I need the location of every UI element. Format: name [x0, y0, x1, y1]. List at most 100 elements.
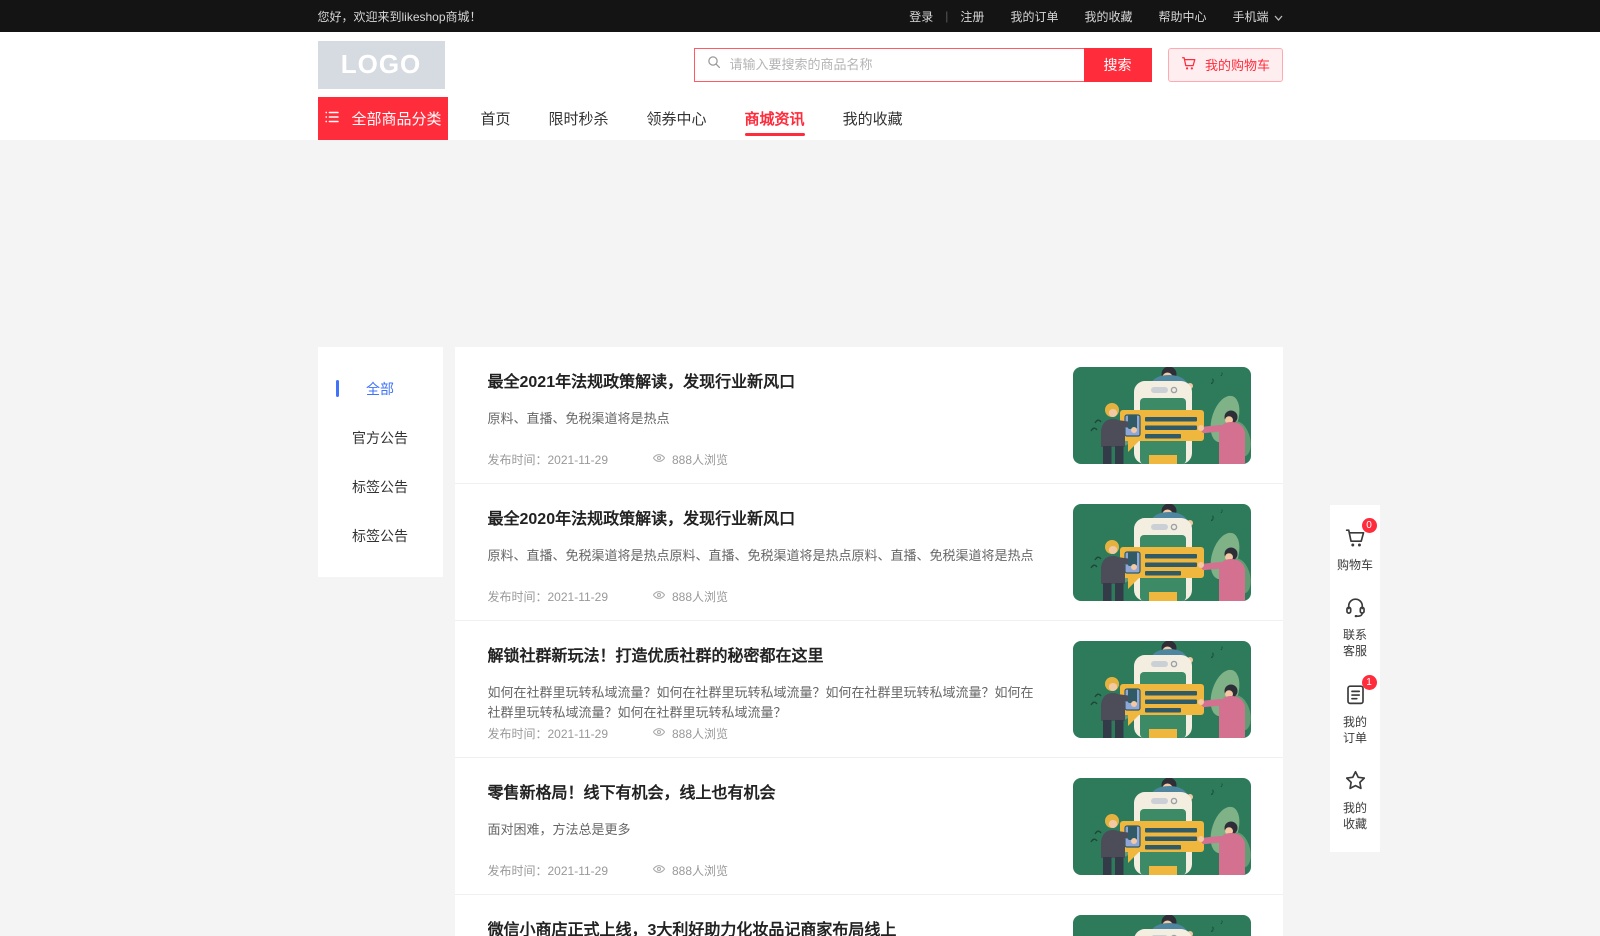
phone-chat-illustration: ♪ ♪ — [1073, 367, 1251, 464]
article-item[interactable]: 解锁社群新玩法！打造优质社群的秘密都在这里 如何在社群里玩转私域流量？如何在社群… — [455, 621, 1283, 758]
eye-icon — [652, 588, 666, 605]
view-count: 888人浏览 — [652, 451, 728, 468]
order-icon: 1 — [1343, 682, 1368, 707]
float-service-button[interactable]: 联系 客服 — [1330, 584, 1380, 670]
music-note-icon: ♪ — [1210, 924, 1215, 935]
nav-bar: 全部商品分类 首页 限时秒杀 领券中心 商城资讯 我的收藏 — [0, 97, 1600, 140]
float-orders-button[interactable]: 1 我的 订单 — [1330, 671, 1380, 757]
topbar: 您好，欢迎来到likeshop商城！ 登录 | 注册 我的订单 我的收藏 帮助中… — [0, 0, 1600, 32]
divider: | — [945, 9, 948, 23]
my-cart-button[interactable]: 我的购物车 — [1168, 48, 1283, 82]
float-sidebar: 0 购物车 联系 客服 1 我的 订单 我的 收藏 — [1330, 505, 1380, 852]
float-cart-label: 购物车 — [1337, 557, 1373, 573]
my-orders-link[interactable]: 我的订单 — [1010, 8, 1058, 25]
mobile-link[interactable]: 手机端 — [1232, 8, 1282, 25]
topbar-links: 登录 | 注册 我的订单 我的收藏 帮助中心 手机端 — [883, 8, 1282, 25]
article-meta: 发布时间：2021-11-29 888人浏览 — [488, 451, 729, 468]
my-favorites-link[interactable]: 我的收藏 — [1084, 8, 1132, 25]
search-box — [694, 48, 1084, 82]
cart-icon: 0 — [1343, 525, 1368, 550]
publish-time: 发布时间：2021-11-29 — [488, 725, 609, 742]
publish-time: 发布时间：2021-11-29 — [488, 451, 609, 468]
nav-tab[interactable]: 领券中心 — [628, 97, 726, 140]
nav-tab[interactable]: 首页 — [462, 97, 530, 140]
category-sidebar: 全部 官方公告 标签公告 标签公告 — [318, 347, 443, 577]
eye-icon — [652, 862, 666, 879]
music-note-icon: ♪ — [1220, 371, 1224, 378]
welcome-text: 您好，欢迎来到likeshop商城！ — [318, 8, 482, 25]
float-cart-button[interactable]: 0 购物车 — [1330, 514, 1380, 584]
chevron-down-icon — [1274, 10, 1283, 24]
music-note-icon: ♪ — [1220, 919, 1224, 926]
music-note-icon: ♪ — [1220, 508, 1224, 515]
cart-icon — [1180, 54, 1198, 75]
register-link[interactable]: 注册 — [960, 8, 984, 25]
float-favorites-button[interactable]: 我的 收藏 — [1330, 757, 1380, 843]
article-item[interactable]: 微信小商店正式上线，3大利好助力化妆品记商家布局线上 — [455, 895, 1283, 936]
help-center-link[interactable]: 帮助中心 — [1158, 8, 1206, 25]
article-summary: 原料、直播、免税渠道将是热点原料、直播、免税渠道将是热点原料、直播、免税渠道将是… — [488, 546, 1040, 566]
nav-tab[interactable]: 我的收藏 — [824, 97, 922, 140]
article-thumbnail: ♪ ♪ — [1073, 641, 1251, 738]
view-count: 888人浏览 — [652, 725, 728, 742]
eye-icon — [652, 451, 666, 468]
article-item[interactable]: 最全2021年法规政策解读，发现行业新风口 原料、直播、免税渠道将是热点 发布时… — [455, 347, 1283, 484]
search-button[interactable]: 搜索 — [1084, 48, 1152, 82]
headset-icon — [1343, 595, 1368, 620]
article-list: 最全2021年法规政策解读，发现行业新风口 原料、直播、免税渠道将是热点 发布时… — [455, 347, 1283, 936]
article-title: 零售新格局！线下有机会，线上也有机会 — [488, 784, 1040, 804]
article-item[interactable]: 最全2020年法规政策解读，发现行业新风口 原料、直播、免税渠道将是热点原料、直… — [455, 484, 1283, 621]
login-link[interactable]: 登录 — [909, 8, 933, 25]
article-thumbnail: ♪ ♪ — [1073, 367, 1251, 464]
eye-icon — [652, 725, 666, 742]
music-note-icon: ♪ — [1210, 787, 1215, 798]
article-summary: 面对困难，方法总是更多 — [488, 820, 1040, 840]
article-meta: 发布时间：2021-11-29 888人浏览 — [488, 588, 729, 605]
nav-tabs: 首页 限时秒杀 领券中心 商城资讯 我的收藏 — [462, 97, 922, 140]
music-note-icon: ♪ — [1210, 513, 1215, 524]
view-count: 888人浏览 — [652, 588, 728, 605]
music-note-icon: ♪ — [1220, 645, 1224, 652]
music-note-icon: ♪ — [1210, 376, 1215, 387]
article-title: 最全2021年法规政策解读，发现行业新风口 — [488, 373, 1040, 393]
nav-tab[interactable]: 商城资讯 — [726, 97, 824, 140]
sidebar-category-item[interactable]: 标签公告 — [318, 511, 443, 560]
search-input[interactable] — [730, 57, 1084, 72]
float-service-label: 联系 客服 — [1343, 627, 1367, 659]
nav-tab[interactable]: 限时秒杀 — [530, 97, 628, 140]
phone-chat-illustration: ♪ ♪ — [1073, 641, 1251, 738]
float-orders-label: 我的 订单 — [1343, 714, 1367, 746]
float-favorites-label: 我的 收藏 — [1343, 800, 1367, 832]
all-categories-button[interactable]: 全部商品分类 — [318, 97, 448, 140]
cart-count-badge: 0 — [1362, 518, 1377, 533]
star-icon — [1343, 768, 1368, 793]
article-summary: 如何在社群里玩转私域流量？如何在社群里玩转私域流量？如何在社群里玩转私域流量？如… — [488, 683, 1040, 723]
sidebar-category-item[interactable]: 全部 — [318, 364, 443, 413]
orders-count-badge: 1 — [1362, 675, 1377, 690]
article-title: 最全2020年法规政策解读，发现行业新风口 — [488, 510, 1040, 530]
music-note-icon: ♪ — [1210, 650, 1215, 661]
article-title: 解锁社群新玩法！打造优质社群的秘密都在这里 — [488, 647, 1040, 667]
article-meta: 发布时间：2021-11-29 888人浏览 — [488, 862, 729, 879]
sidebar-category-item[interactable]: 官方公告 — [318, 413, 443, 462]
logo[interactable]: LOGO — [318, 41, 445, 89]
phone-chat-illustration: ♪ ♪ — [1073, 778, 1251, 875]
publish-time: 发布时间：2021-11-29 — [488, 862, 609, 879]
article-meta: 发布时间：2021-11-29 888人浏览 — [488, 725, 729, 742]
view-count: 888人浏览 — [652, 862, 728, 879]
phone-chat-illustration: ♪ ♪ — [1073, 504, 1251, 601]
search-icon — [706, 54, 722, 75]
article-summary: 原料、直播、免税渠道将是热点 — [488, 409, 1040, 429]
article-thumbnail: ♪ ♪ — [1073, 915, 1251, 936]
menu-icon — [323, 108, 341, 130]
article-thumbnail: ♪ ♪ — [1073, 504, 1251, 601]
article-item[interactable]: 零售新格局！线下有机会，线上也有机会 面对困难，方法总是更多 发布时间：2021… — [455, 758, 1283, 895]
music-note-icon: ♪ — [1220, 782, 1224, 789]
article-title: 微信小商店正式上线，3大利好助力化妆品记商家布局线上 — [488, 921, 1040, 936]
publish-time: 发布时间：2021-11-29 — [488, 588, 609, 605]
phone-chat-illustration: ♪ ♪ — [1073, 915, 1251, 936]
search-bar: 搜索 — [694, 48, 1152, 82]
sidebar-category-item[interactable]: 标签公告 — [318, 462, 443, 511]
header: LOGO 搜索 我的购物车 — [0, 32, 1600, 97]
article-thumbnail: ♪ ♪ — [1073, 778, 1251, 875]
